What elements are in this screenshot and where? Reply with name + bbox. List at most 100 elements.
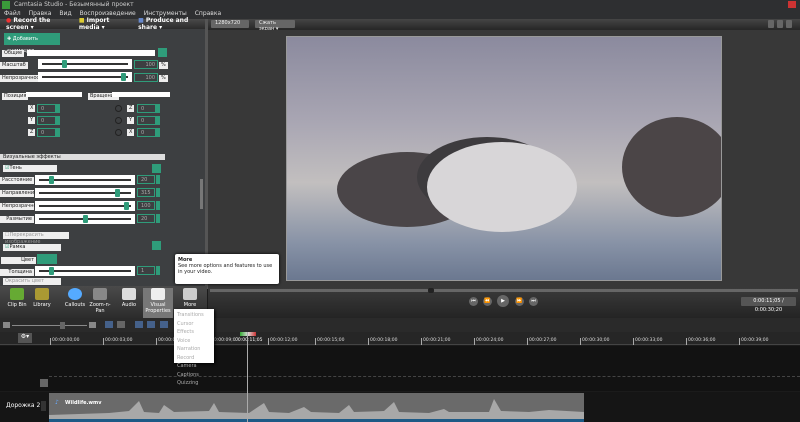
position-spinner[interactable] (56, 116, 60, 125)
audio-clip[interactable]: ♪ Wildlife.wmv (49, 393, 584, 422)
rotation-spinner[interactable] (156, 104, 160, 113)
fast-forward-icon[interactable]: ⏩ (515, 297, 524, 306)
shadow-param-slider[interactable] (35, 188, 135, 198)
play-icon[interactable]: ▶ (497, 295, 509, 307)
split-icon[interactable] (117, 321, 125, 328)
canvas-size-dropdown[interactable]: 1280x720 (211, 20, 249, 28)
color-picker[interactable] (37, 254, 57, 264)
playhead-time: 00:00:11;05 (235, 338, 263, 343)
zoom-slider[interactable] (12, 325, 87, 326)
thickness-input[interactable]: 1 (137, 266, 155, 275)
seal-light (427, 142, 577, 232)
slider-knob[interactable] (82, 215, 88, 223)
detach-icon[interactable] (768, 20, 774, 28)
slider-knob[interactable] (114, 189, 120, 197)
crop-icon[interactable] (777, 20, 783, 28)
timeline-toolbar (0, 318, 800, 332)
collapse-icon[interactable] (40, 379, 48, 387)
shadow-checkbox[interactable]: ☑Тень (3, 165, 57, 172)
shadow-param-input[interactable]: 20 (137, 214, 155, 223)
more-menu-item[interactable]: Cursor Effects (177, 320, 211, 337)
preview-seek-bar[interactable] (210, 289, 798, 292)
fullscreen-icon[interactable] (786, 20, 792, 28)
close-icon[interactable] (788, 1, 796, 8)
rotation-input[interactable]: 0 (137, 116, 156, 125)
split-clip-icon[interactable] (160, 321, 168, 328)
video-canvas[interactable] (286, 36, 722, 281)
opacity-input[interactable]: 100 (134, 73, 158, 82)
position-spinner[interactable] (56, 104, 60, 113)
tool-label: Clip Bin (7, 302, 27, 308)
zoom-slider-knob[interactable] (60, 322, 65, 329)
tool-zoom-n-pan[interactable]: Zoom-n-Pan (85, 288, 115, 318)
thickness-slider[interactable] (35, 266, 135, 276)
more-menu-item[interactable]: Record Camera (177, 354, 211, 371)
skip-forward-icon[interactable]: ⏭ (529, 297, 538, 306)
ruler-tick-label: 00:00:39;00 (739, 338, 769, 345)
shadow-reset-icon[interactable] (152, 164, 161, 173)
tool-audio[interactable]: Audio (114, 288, 144, 318)
slider-knob[interactable] (49, 176, 55, 184)
copy-icon[interactable] (135, 321, 143, 328)
visual-effects-heading: Визуальные эффекты (0, 154, 165, 160)
rotation-input[interactable]: 0 (137, 104, 156, 113)
more-menu-item[interactable]: Voice Narration (177, 337, 211, 354)
shadow-param-spinner[interactable] (156, 214, 160, 223)
slider-knob[interactable] (124, 202, 130, 210)
more-menu-item[interactable]: Transitions (177, 311, 211, 320)
recolor-checkbox[interactable]: ☐Перекрасить изображение (3, 232, 69, 245)
tool-library[interactable]: Library (27, 288, 57, 318)
shadow-param-input[interactable]: 20 (137, 175, 155, 184)
thickness-spinner[interactable] (156, 266, 160, 275)
cut-icon[interactable] (105, 321, 113, 328)
rewind-icon[interactable]: ⏪ (483, 297, 492, 306)
rotation-spinner[interactable] (156, 116, 160, 125)
shadow-param-spinner[interactable] (156, 188, 160, 197)
timeline-ruler[interactable]: ⚙▾ 00:00:00;00 00:00:03;00 00:00:06;00 00:0… (0, 332, 800, 345)
zoom-out-icon[interactable] (3, 322, 10, 328)
position-spinner[interactable] (56, 128, 60, 137)
more-menu-item[interactable]: Captions (177, 371, 211, 380)
scale-input[interactable]: 100 (134, 60, 158, 69)
shadow-param-slider[interactable] (35, 175, 135, 185)
playhead-handle[interactable] (240, 332, 256, 336)
seek-handle[interactable] (427, 288, 434, 293)
produce-icon: ■ (138, 17, 144, 24)
border-reset-icon[interactable] (152, 241, 161, 250)
opacity-slider[interactable] (38, 72, 132, 82)
rotation-spinner[interactable] (156, 128, 160, 137)
rotation-input[interactable]: 0 (137, 128, 156, 137)
shadow-param-input[interactable]: 315 (137, 188, 155, 197)
zoom-in-icon[interactable] (89, 322, 96, 328)
scale-slider[interactable] (38, 59, 132, 69)
panel-scrollbar[interactable] (200, 179, 203, 209)
thickness-label: Толщина (0, 269, 34, 276)
shadow-param-slider[interactable] (35, 214, 135, 224)
ruler-tick-label: 00:00:24;00 (474, 338, 504, 345)
ruler-tick-label: 00:00:36;00 (686, 338, 716, 345)
paste-icon[interactable] (147, 321, 155, 328)
tool-visual-properties[interactable]: Visual Properties (143, 288, 173, 318)
playhead-line[interactable] (247, 332, 248, 422)
waveform (49, 399, 584, 419)
skip-back-icon[interactable]: ⏮ (469, 297, 478, 306)
ruler-tick-label: 00:00:21;00 (421, 338, 451, 345)
shadow-param-spinner[interactable] (156, 201, 160, 210)
more-menu-item[interactable]: Quizzing (177, 379, 211, 388)
timeline-settings-icon[interactable]: ⚙▾ (18, 333, 32, 343)
position-input[interactable]: 0 (37, 128, 56, 137)
shadow-param-slider[interactable] (35, 201, 135, 211)
position-input[interactable]: 0 (37, 104, 56, 113)
zoom-dropdown[interactable]: Сжать экран ▾ (255, 20, 295, 32)
border-checkbox[interactable]: ☑Рамка (3, 244, 61, 251)
shadow-param-input[interactable]: 100 (137, 201, 155, 210)
rotation-axis-icon (115, 105, 122, 112)
reset-icon[interactable] (158, 48, 167, 57)
add-animation-button[interactable]: ✚ Добавить анимацию (4, 33, 60, 54)
colorize-checkbox[interactable]: Окрасить цвет (3, 278, 61, 285)
shadow-param-spinner[interactable] (156, 175, 160, 184)
shadow-param-label: Размытие (0, 216, 34, 223)
position-input[interactable]: 0 (37, 116, 56, 125)
app-icon (2, 1, 10, 9)
lock-icon[interactable] (41, 401, 46, 411)
